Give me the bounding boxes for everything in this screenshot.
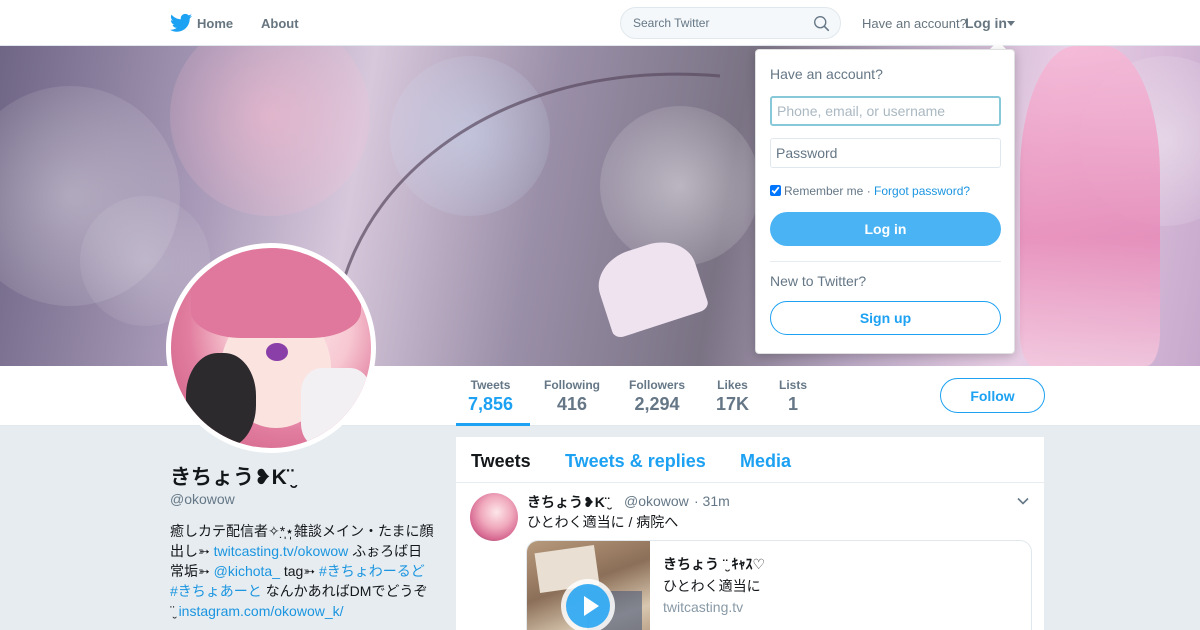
stat-lists[interactable]: Lists 1 (779, 378, 807, 415)
card-description: ひとわく適当に (663, 578, 761, 594)
stat-following[interactable]: Following 416 (544, 378, 600, 415)
timeline: Tweets Tweets & replies Media きちょう❥K¨̮ @… (456, 437, 1044, 630)
login-button[interactable]: Log in (770, 212, 1001, 246)
remember-me-checkbox[interactable] (770, 185, 781, 196)
banner-ribbon-decoration (332, 72, 721, 366)
forgot-password-link[interactable]: Forgot password? (874, 184, 970, 198)
search-box (620, 7, 841, 39)
stat-label: Lists (779, 378, 808, 392)
signup-button[interactable]: Sign up (770, 301, 1001, 335)
remember-me-label[interactable]: Remember me (784, 184, 863, 198)
stat-tweets[interactable]: Tweets 7,856 (468, 378, 513, 415)
search-input[interactable] (633, 16, 803, 30)
tweet-link-card[interactable]: きちょう ¨̮ ｷｬｽ♡ ひとわく適当に twitcasting.tv (526, 540, 1032, 630)
stat-value: 2,294 (634, 394, 680, 414)
stat-followers[interactable]: Followers 2,294 (629, 378, 685, 415)
bio-hashtag[interactable]: #きちょわーるど (319, 563, 425, 579)
username-input[interactable] (770, 96, 1001, 126)
stat-value: 416 (556, 394, 588, 414)
follow-button[interactable]: Follow (940, 378, 1045, 413)
tab-media[interactable]: Media (740, 451, 791, 472)
twitter-bird-icon[interactable] (170, 13, 192, 33)
stat-label: Followers (629, 378, 686, 392)
profile-bio: 癒しカテ配信者✧*̣̩⋆̩雑談メイン・たまに顔出し➳ twitcasting.t… (170, 521, 435, 621)
divider (770, 261, 1001, 262)
nav-home-link[interactable]: Home (197, 16, 233, 31)
login-dropdown: Have an account? Remember me · Forgot pa… (755, 49, 1015, 354)
card-title: きちょう ¨̮ ｷｬｽ♡ (663, 556, 765, 572)
avatar-image (171, 248, 371, 448)
chevron-down-icon[interactable] (1017, 495, 1029, 507)
top-navigation: Home About Have an account? Log in (0, 0, 1200, 46)
bio-link-twitcasting[interactable]: twitcasting.tv/okowow (214, 543, 349, 559)
have-account-text: Have an account? (862, 16, 967, 31)
profile-name: きちょう❥K¨̮ (170, 466, 294, 489)
caret-down-icon[interactable] (1007, 21, 1015, 26)
password-input[interactable] (770, 138, 1001, 168)
card-thumbnail (527, 541, 650, 630)
new-to-twitter-text: New to Twitter? (770, 273, 867, 289)
stat-label: Tweets (470, 378, 511, 392)
tweet-timestamp[interactable]: · 31m (694, 493, 730, 509)
tweet-avatar[interactable] (470, 493, 518, 541)
timeline-tabs: Tweets Tweets & replies Media (456, 437, 1044, 483)
stat-value: 1 (788, 394, 799, 414)
nav-about-link[interactable]: About (261, 16, 299, 31)
tweet-author-handle[interactable]: @okowow (624, 493, 689, 509)
card-domain: twitcasting.tv (663, 599, 744, 615)
remember-me-row: Remember me · Forgot password? (770, 184, 970, 198)
tweet-author-name[interactable]: きちょう❥K¨̮ (527, 492, 610, 512)
profile-handle[interactable]: @okowow (170, 491, 235, 507)
login-dropdown-toggle[interactable]: Log in (965, 15, 1007, 31)
search-icon[interactable] (813, 15, 830, 32)
tweet-text: ひとわく適当に / 病院へ (527, 514, 679, 530)
stat-value: 7,856 (468, 394, 514, 414)
stat-label: Likes (717, 378, 748, 392)
tab-tweets[interactable]: Tweets (471, 451, 531, 472)
tab-tweets-replies[interactable]: Tweets & replies (565, 451, 706, 472)
active-stat-underline (456, 423, 530, 426)
profile-avatar[interactable] (166, 243, 376, 453)
bio-mention[interactable]: @kichota_ (214, 563, 280, 579)
play-icon[interactable] (561, 579, 615, 630)
dropdown-title: Have an account? (770, 66, 883, 82)
stat-likes[interactable]: Likes 17K (716, 378, 749, 415)
separator-dot: · (863, 184, 875, 198)
bio-text: tag➳ (279, 563, 319, 579)
stat-value: 17K (716, 394, 750, 414)
stat-label: Following (544, 378, 600, 392)
bio-hashtag[interactable]: #きちょあーと (170, 583, 262, 599)
bio-link-instagram[interactable]: instagram.com/okowow_k/ (179, 603, 344, 619)
